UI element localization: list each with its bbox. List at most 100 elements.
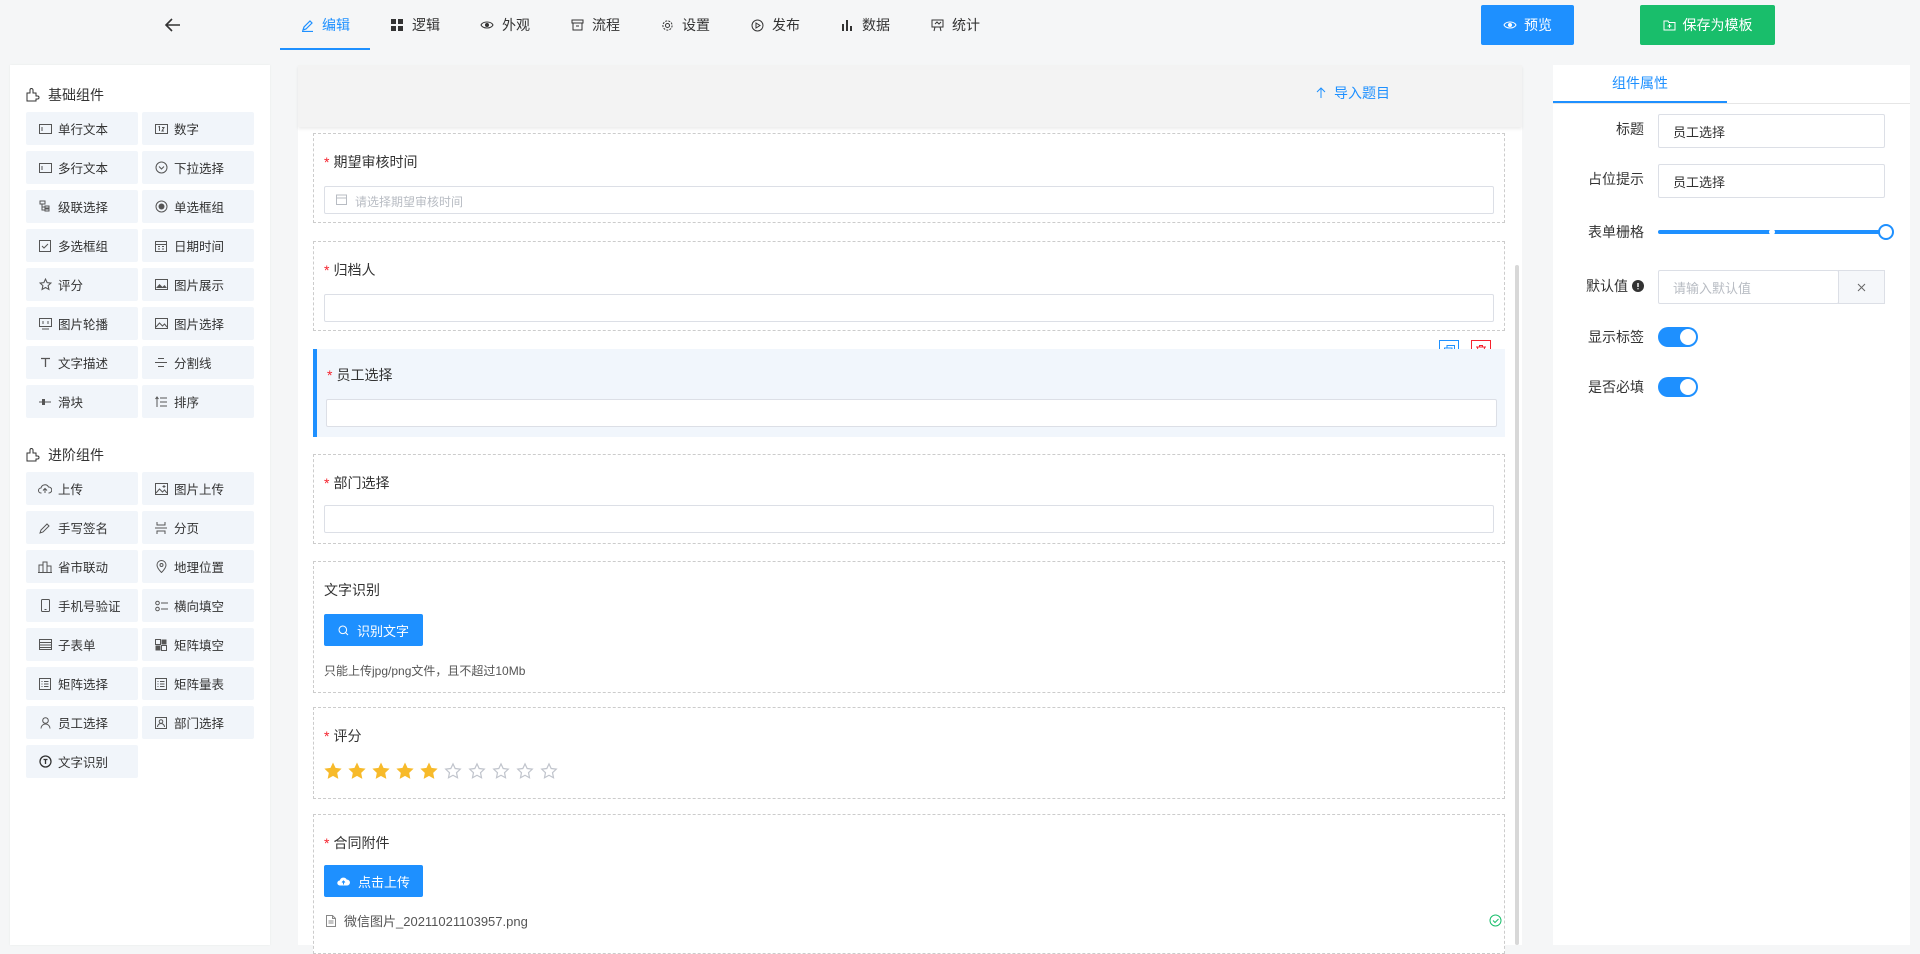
field-department[interactable]: * 部门选择 [313,454,1505,544]
mobile-icon [38,599,52,613]
tab-appearance[interactable]: 外观 [460,0,550,50]
component-datetime[interactable]: 日期时间 [142,229,254,262]
click-upload-button[interactable]: 点击上传 [324,865,423,897]
component-image-carousel[interactable]: 图片轮播 [26,307,138,340]
component-matrix-fill[interactable]: 矩阵填空 [142,628,254,661]
star-empty-icon[interactable] [468,762,486,780]
tab-data[interactable]: 数据 [820,0,910,50]
component-multi-line-text[interactable]: 多行文本 [26,151,138,184]
tab-component-properties[interactable]: 组件属性 [1553,65,1727,103]
field-label: * 评分 [324,728,362,744]
component-single-line-text[interactable]: 单行文本 [26,112,138,145]
archiver-input[interactable] [324,294,1494,322]
component-palette: 基础组件 单行文本 数字 多行文本 下拉选择 级联选择 单选框组 多选框组 日期… [10,65,270,945]
back-arrow-icon[interactable] [162,14,184,36]
component-sub-form[interactable]: 子表单 [26,628,138,661]
gear-icon [660,18,674,32]
tab-logic[interactable]: 逻辑 [370,0,460,50]
show-label-prop-label: 显示标签 [1588,329,1644,345]
component-dropdown[interactable]: 下拉选择 [142,151,254,184]
component-signature[interactable]: 手写签名 [26,511,138,544]
tab-edit[interactable]: 编辑 [280,0,370,50]
image-select-icon [154,317,168,331]
search-icon [338,625,349,635]
matrix-list-icon [154,677,168,691]
puzzle-icon [26,88,40,102]
field-attachment[interactable]: * 合同附件 点击上传 微信图片_20211021103957.png [313,814,1505,954]
component-text-description[interactable]: 文字描述 [26,346,138,379]
component-cascader[interactable]: 级联选择 [26,190,138,223]
component-phone-verify[interactable]: 手机号验证 [26,589,138,622]
grid-slider[interactable] [1658,224,1894,240]
title-prop-input[interactable]: 员工选择 [1658,114,1885,148]
field-archiver[interactable]: * 归档人 [313,241,1505,331]
default-value-input[interactable]: 请输入默认值 [1658,270,1839,304]
department-select-input[interactable] [324,505,1494,533]
component-horizontal-fill[interactable]: 横向填空 [142,589,254,622]
star-filled-icon[interactable] [396,762,414,780]
calendar-icon [336,194,347,205]
save-template-button[interactable]: 保存为模板 [1640,5,1775,45]
star-filled-icon[interactable] [348,762,366,780]
component-sort[interactable]: 排序 [142,385,254,418]
component-ocr[interactable]: 文字识别 [26,745,138,778]
import-questions-button[interactable]: 导入题目 [1316,83,1390,103]
component-employee-select[interactable]: 员工选择 [26,706,138,739]
radio-icon [154,200,168,214]
component-image-display[interactable]: 图片展示 [142,268,254,301]
field-review-time[interactable]: * 期望审核时间 请选择期望审核时间 [313,133,1505,223]
star-empty-icon[interactable] [444,762,462,780]
star-filled-icon[interactable] [372,762,390,780]
component-rating[interactable]: 评分 [26,268,138,301]
preview-button[interactable]: 预览 [1481,5,1574,45]
uploaded-file-item[interactable]: 微信图片_20211021103957.png [326,911,1502,930]
component-location[interactable]: 地理位置 [142,550,254,583]
properties-panel: 组件属性 标题 员工选择 占位提示 员工选择 表单栅格 默认值 请输入默认值 显… [1553,65,1910,945]
ocr-icon [38,755,52,769]
star-filled-icon[interactable] [420,762,438,780]
file-name: 微信图片_20211021103957.png [344,914,528,929]
component-number[interactable]: 数字 [142,112,254,145]
component-radio-group[interactable]: 单选框组 [142,190,254,223]
review-time-input[interactable]: 请选择期望审核时间 [324,186,1494,214]
slider-handle[interactable] [1878,224,1894,240]
field-rating[interactable]: * 评分 [313,707,1505,799]
field-ocr[interactable]: 文字识别 识别文字 只能上传jpg/png文件，且不超过10Mb [313,561,1505,693]
tab-publish[interactable]: 发布 [730,0,820,50]
component-image-select[interactable]: 图片选择 [142,307,254,340]
star-filled-icon[interactable] [324,762,342,780]
component-region[interactable]: 省市联动 [26,550,138,583]
required-toggle[interactable] [1658,377,1698,397]
component-upload[interactable]: 上传 [26,472,138,505]
tab-label: 发布 [772,17,800,33]
tab-settings[interactable]: 设置 [640,0,730,50]
advanced-components-grid: 上传 图片上传 手写签名 分页 省市联动 地理位置 手机号验证 横向填空 子表单… [26,472,254,778]
slider-stop [1769,229,1775,235]
default-prop-label: 默认值 [1586,276,1644,296]
component-checkbox-group[interactable]: 多选框组 [26,229,138,262]
component-department-select[interactable]: 部门选择 [142,706,254,739]
star-empty-icon[interactable] [516,762,534,780]
star-empty-icon[interactable] [492,762,510,780]
employee-select-input[interactable] [326,399,1497,427]
rating-stars[interactable] [324,762,558,780]
tab-flow[interactable]: 流程 [550,0,640,50]
component-image-upload[interactable]: 图片上传 [142,472,254,505]
star-empty-icon[interactable] [540,762,558,780]
clear-default-button[interactable] [1838,270,1885,304]
component-divider[interactable]: 分割线 [142,346,254,379]
component-matrix-scale[interactable]: 矩阵量表 [142,667,254,700]
canvas-scrollbar[interactable] [1515,265,1519,945]
component-slider[interactable]: 滑块 [26,385,138,418]
field-employee-select-selected[interactable]: * 员工选择 [313,349,1505,437]
placeholder-prop-input[interactable]: 员工选择 [1658,164,1885,198]
field-label: * 员工选择 [327,367,393,383]
carousel-icon [38,317,52,331]
basic-components-grid: 单行文本 数字 多行文本 下拉选择 级联选择 单选框组 多选框组 日期时间 评分… [26,112,254,418]
component-pagination[interactable]: 分页 [142,511,254,544]
tab-stats[interactable]: 统计 [910,0,1000,50]
show-label-toggle[interactable] [1658,327,1698,347]
recognize-text-button[interactable]: 识别文字 [324,614,423,646]
buildings-icon [38,560,52,574]
component-matrix-select[interactable]: 矩阵选择 [26,667,138,700]
